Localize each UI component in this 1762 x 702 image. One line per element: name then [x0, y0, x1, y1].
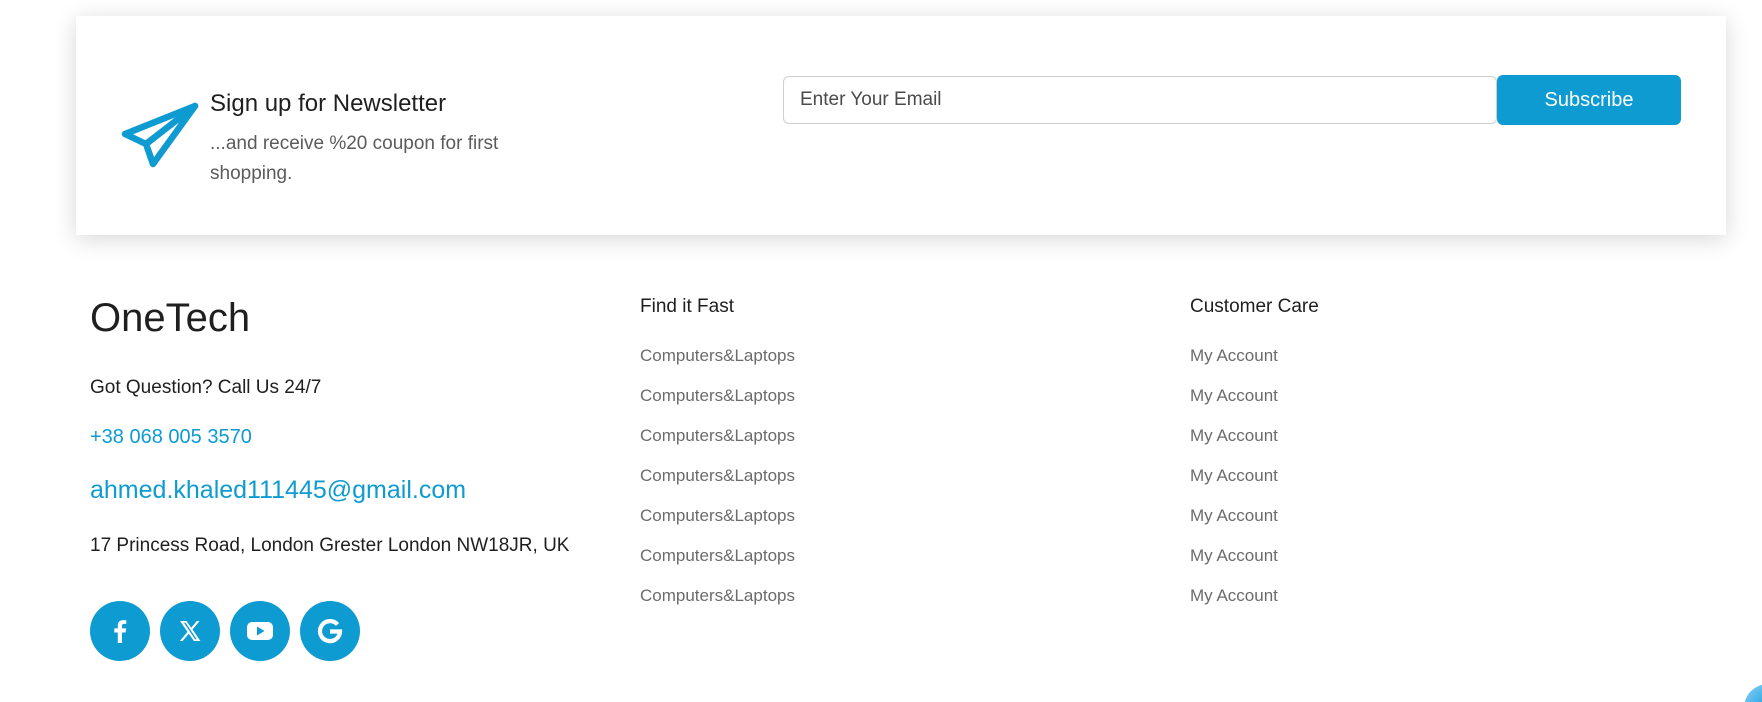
customer-care-link[interactable]: My Account — [1190, 386, 1278, 405]
find-it-fast-link[interactable]: Computers&Laptops — [640, 386, 795, 405]
brand-logo[interactable]: OneTech — [90, 296, 250, 341]
list-item: Computers&Laptops — [640, 586, 795, 626]
list-item: Computers&Laptops — [640, 466, 795, 506]
list-item: My Account — [1190, 466, 1319, 506]
youtube-button[interactable] — [230, 601, 290, 661]
google-button[interactable] — [300, 601, 360, 661]
youtube-icon — [246, 620, 274, 642]
customer-care-link[interactable]: My Account — [1190, 546, 1278, 565]
subscribe-button[interactable]: Subscribe — [1497, 75, 1681, 125]
list-item: Computers&Laptops — [640, 426, 795, 466]
find-it-fast-link[interactable]: Computers&Laptops — [640, 586, 795, 605]
find-it-fast-title: Find it Fast — [640, 296, 734, 317]
list-item: My Account — [1190, 546, 1319, 586]
x-twitter-icon — [177, 618, 203, 644]
newsletter-subtitle: ...and receive %20 coupon for first shop… — [210, 133, 499, 184]
customer-care-link[interactable]: My Account — [1190, 346, 1278, 365]
phone-link[interactable]: +38 068 005 3570 — [90, 426, 252, 449]
x-twitter-button[interactable] — [160, 601, 220, 661]
newsletter-card: Sign up for Newsletter ...and receive %2… — [76, 16, 1726, 235]
customer-care-link[interactable]: My Account — [1190, 506, 1278, 525]
find-it-fast-link[interactable]: Computers&Laptops — [640, 546, 795, 565]
facebook-button[interactable] — [90, 601, 150, 661]
find-it-fast-link[interactable]: Computers&Laptops — [640, 346, 795, 365]
facebook-icon — [107, 618, 133, 644]
contact-question: Got Question? Call Us 24/7 — [90, 377, 322, 398]
social-links — [90, 601, 360, 661]
list-item: Computers&Laptops — [640, 506, 795, 546]
list-item: My Account — [1190, 346, 1319, 386]
floating-widget-edge[interactable] — [1744, 684, 1762, 702]
customer-care-column: Customer Care My Account My Account My A… — [1190, 296, 1319, 626]
list-item: My Account — [1190, 506, 1319, 546]
paper-plane-icon — [119, 92, 199, 172]
newsletter-title: Sign up for Newsletter — [210, 90, 447, 117]
list-item: Computers&Laptops — [640, 386, 795, 426]
customer-care-link[interactable]: My Account — [1190, 586, 1278, 605]
page: Sign up for Newsletter ...and receive %2… — [0, 0, 1762, 702]
newsletter-email-input[interactable] — [783, 76, 1497, 124]
find-it-fast-list: Computers&Laptops Computers&Laptops Comp… — [640, 346, 795, 626]
list-item: Computers&Laptops — [640, 346, 795, 386]
list-item: My Account — [1190, 386, 1319, 426]
customer-care-title: Customer Care — [1190, 296, 1319, 317]
email-link[interactable]: ahmed.khaled111445@gmail.com — [90, 476, 466, 505]
find-it-fast-link[interactable]: Computers&Laptops — [640, 426, 795, 445]
customer-care-link[interactable]: My Account — [1190, 466, 1278, 485]
find-it-fast-link[interactable]: Computers&Laptops — [640, 466, 795, 485]
list-item: Computers&Laptops — [640, 546, 795, 586]
find-it-fast-column: Find it Fast Computers&Laptops Computers… — [640, 296, 795, 626]
list-item: My Account — [1190, 586, 1319, 626]
customer-care-list: My Account My Account My Account My Acco… — [1190, 346, 1319, 626]
list-item: My Account — [1190, 426, 1319, 466]
find-it-fast-link[interactable]: Computers&Laptops — [640, 506, 795, 525]
customer-care-link[interactable]: My Account — [1190, 426, 1278, 445]
google-icon — [316, 617, 344, 645]
address: 17 Princess Road, London Grester London … — [90, 535, 570, 556]
